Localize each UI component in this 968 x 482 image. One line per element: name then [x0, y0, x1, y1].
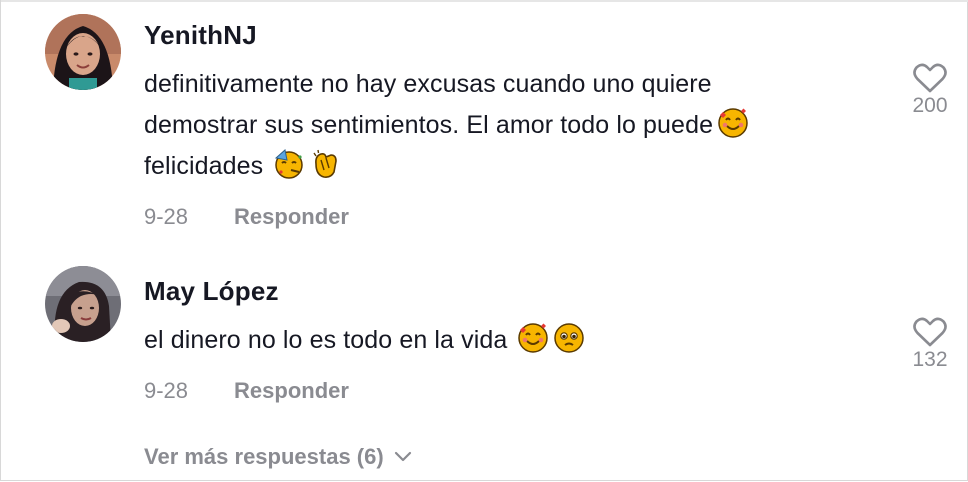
comment-text: el dinero no lo es todo en la vida [144, 320, 884, 361]
reply-button[interactable]: Responder [234, 204, 349, 230]
comment-meta: 9-28 Responder [144, 378, 349, 404]
clapping-hands-icon [309, 148, 341, 180]
username[interactable]: YenithNJ [144, 20, 257, 51]
like-button[interactable]: 200 [901, 62, 959, 118]
pleading-face-icon [553, 322, 585, 354]
comment-meta: 9-28 Responder [144, 204, 349, 230]
comment-text-span: felicidades [144, 152, 264, 180]
heart-icon [913, 63, 947, 93]
reply-button[interactable]: Responder [234, 378, 349, 404]
chevron-down-icon [394, 451, 411, 462]
avatar[interactable] [45, 14, 121, 90]
avatar[interactable] [45, 266, 121, 342]
username[interactable]: May López [144, 276, 279, 307]
heart-icon [913, 317, 947, 347]
comment-date: 9-28 [144, 378, 189, 403]
comment-text-line: demostrar sus sentimientos. El amor todo… [144, 105, 884, 146]
comment-text-line: definitivamente no hay excusas cuando un… [144, 70, 712, 98]
view-more-replies-button[interactable]: Ver más respuestas (6) [144, 444, 412, 470]
like-count: 200 [912, 94, 948, 117]
like-button[interactable]: 132 [901, 316, 959, 372]
comment-text: definitivamente no hay excusas cuando un… [144, 64, 884, 187]
like-count: 132 [912, 348, 948, 371]
comment-text-span: el dinero no lo es todo en la vida [144, 326, 508, 354]
divider [1, 0, 968, 2]
comment-date: 9-28 [144, 204, 189, 229]
smiling-face-with-hearts-icon [717, 107, 749, 139]
comment-text-line: el dinero no lo es todo en la vida [144, 320, 884, 361]
comment-text-line: felicidades [144, 146, 884, 187]
smiling-face-with-hearts-icon [517, 322, 549, 354]
comment-text-span: demostrar sus sentimientos. El amor todo… [144, 111, 714, 139]
comments-panel: YenithNJ definitivamente no hay excusas … [0, 0, 968, 481]
partying-face-icon [273, 148, 305, 180]
view-more-replies-label: Ver más respuestas (6) [144, 444, 384, 469]
